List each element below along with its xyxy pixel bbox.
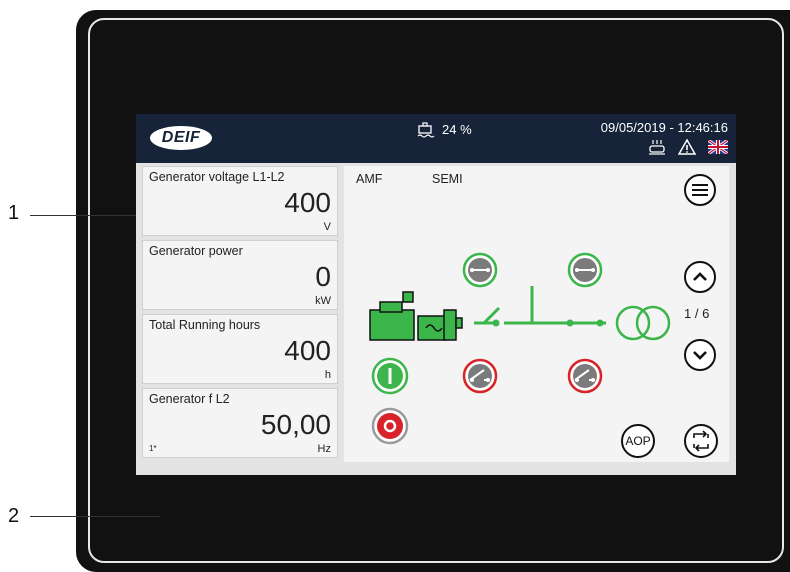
- genset-icon: [369, 291, 463, 341]
- page-indicator: 1 / 6: [684, 306, 710, 321]
- measurement-unit: V: [323, 221, 331, 233]
- chevron-up-icon: [693, 272, 707, 281]
- fuel-tank-icon: [417, 122, 435, 138]
- stop-button[interactable]: [371, 407, 409, 445]
- layout-toggle-button[interactable]: [684, 424, 718, 458]
- status-icons: [648, 139, 728, 155]
- breaker-closed-icon[interactable]: [462, 252, 498, 288]
- chevron-down-icon: [693, 351, 707, 360]
- diagram-graphics: [369, 252, 671, 445]
- measurement-label: Total Running hours: [149, 318, 261, 332]
- bus-node: [492, 319, 500, 327]
- measurement-unit: Hz: [317, 443, 331, 455]
- breaker-open-icon[interactable]: [567, 358, 603, 394]
- measurement-tile[interactable]: Generator power 0 kW: [142, 240, 338, 310]
- measurement-unit: kW: [315, 295, 331, 307]
- measurement-tile[interactable]: Generator voltage L1-L2 400 V: [142, 166, 338, 236]
- menu-icon: [692, 184, 708, 196]
- warning-icon[interactable]: [678, 139, 696, 155]
- date-time: 09/05/2019 - 12:46:16: [600, 120, 728, 135]
- callout-2-line: [30, 516, 160, 517]
- measurement-label: Generator f L2: [149, 392, 230, 406]
- hmi-screen: DEIF 24 % 09/05/2019 - 12:46:16 Generato…: [136, 114, 736, 475]
- transformer-icon: [615, 305, 671, 341]
- bus-node: [596, 319, 604, 327]
- fuel-level-value: 24 %: [442, 121, 472, 137]
- bus-node: [566, 319, 574, 327]
- measurement-note: 1*: [149, 444, 157, 453]
- uk-flag-icon[interactable]: [708, 140, 728, 154]
- top-bar: DEIF 24 % 09/05/2019 - 12:46:16: [136, 114, 736, 163]
- measurement-value: 400: [284, 187, 331, 218]
- breaker-closed-icon[interactable]: [567, 252, 603, 288]
- measurement-value: 400: [284, 335, 331, 366]
- measurement-tile[interactable]: Generator f L2 50,00 1* Hz: [142, 388, 338, 458]
- measurement-value: 50,00: [260, 409, 331, 440]
- start-button[interactable]: [371, 357, 409, 395]
- menu-button[interactable]: [684, 174, 716, 206]
- fuel-level: 24 %: [416, 120, 472, 138]
- callout-2-label: 2: [8, 505, 20, 527]
- arrows-cycle-icon: [693, 430, 709, 452]
- single-line-diagram: AMF SEMI 1 / 6 AOP: [344, 166, 729, 462]
- scroll-down-button[interactable]: [684, 339, 716, 371]
- breaker-open-icon[interactable]: [462, 358, 498, 394]
- callout-1-label: 1: [8, 202, 20, 224]
- measurement-label: Generator power: [149, 244, 243, 258]
- heater-icon[interactable]: [648, 139, 666, 155]
- deif-logo: DEIF: [150, 126, 212, 150]
- measurement-unit: h: [324, 369, 331, 381]
- measurement-tile[interactable]: Total Running hours 400 h: [142, 314, 338, 384]
- aop-button[interactable]: AOP: [621, 424, 655, 458]
- scroll-up-button[interactable]: [684, 261, 716, 293]
- measurement-value: 0: [315, 261, 331, 292]
- measurement-label: Generator voltage L1-L2: [149, 170, 285, 184]
